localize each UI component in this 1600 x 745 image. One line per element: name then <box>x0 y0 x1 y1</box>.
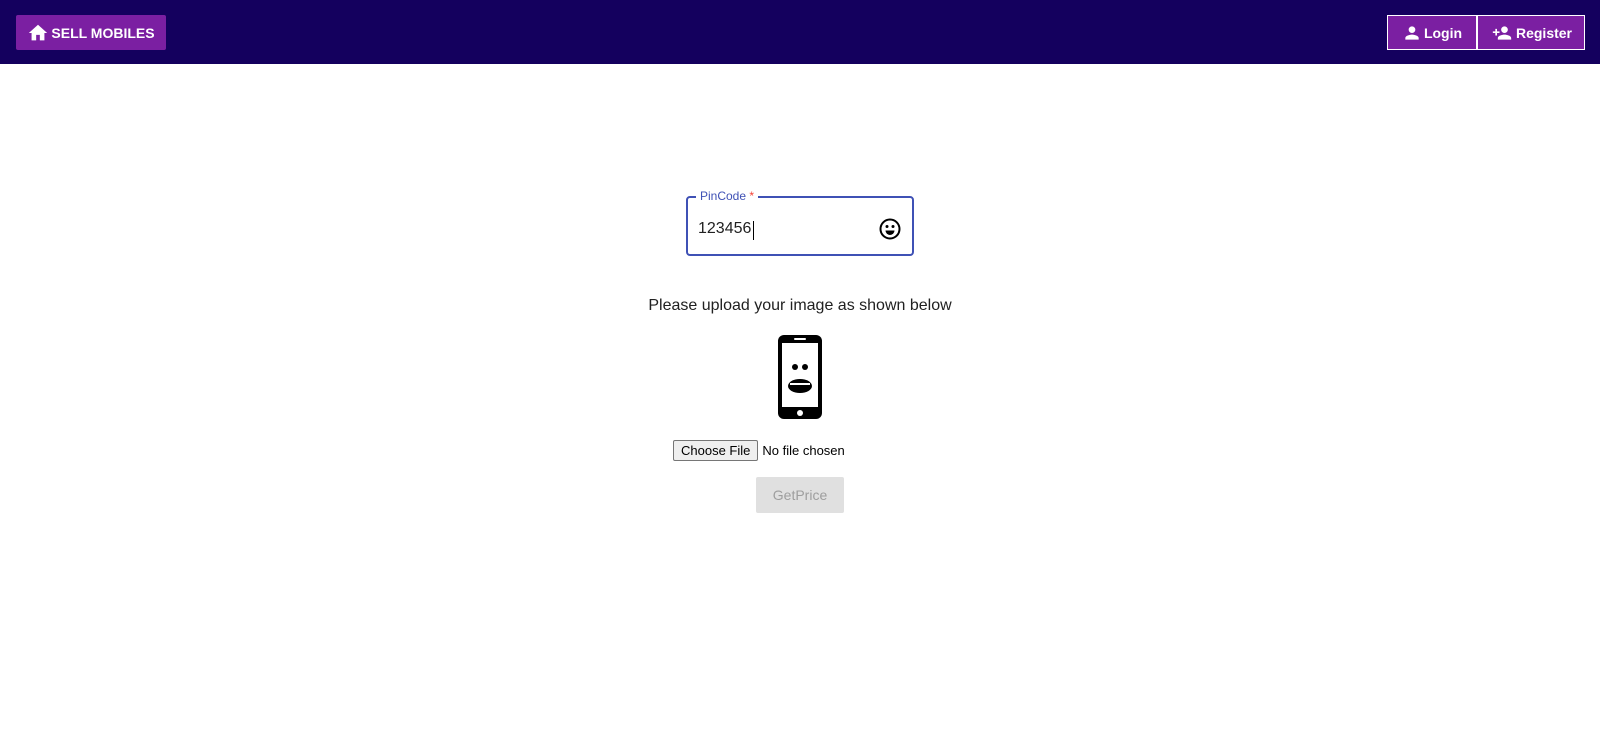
file-upload-control: Choose File No file chosen <box>673 440 845 461</box>
required-asterisk: * <box>749 189 755 203</box>
smiley-face-icon <box>879 218 901 240</box>
file-status-text: No file chosen <box>762 443 845 458</box>
pincode-field[interactable]: PinCode * <box>686 189 914 256</box>
login-button[interactable]: Login <box>1387 15 1477 50</box>
get-price-button[interactable]: GetPrice <box>756 477 844 513</box>
choose-file-button[interactable]: Choose File <box>673 440 759 461</box>
pincode-input[interactable] <box>698 220 858 238</box>
register-button[interactable]: Register <box>1477 15 1585 50</box>
sell-mobiles-home-button[interactable]: SELL MOBILES <box>16 15 166 50</box>
upload-instruction-text: Please upload your image as shown below <box>648 297 952 314</box>
person-icon <box>1405 25 1419 40</box>
text-cursor <box>753 221 754 240</box>
person-add-icon <box>1492 25 1512 40</box>
phone-face-icon <box>778 335 822 419</box>
login-label: Login <box>1423 24 1463 41</box>
pincode-label: PinCode * <box>696 189 759 203</box>
brand-label: SELL MOBILES <box>51 24 155 41</box>
home-icon <box>29 24 48 40</box>
register-label: Register <box>1515 24 1573 41</box>
top-navbar: SELL MOBILES Login Register <box>0 0 1600 64</box>
